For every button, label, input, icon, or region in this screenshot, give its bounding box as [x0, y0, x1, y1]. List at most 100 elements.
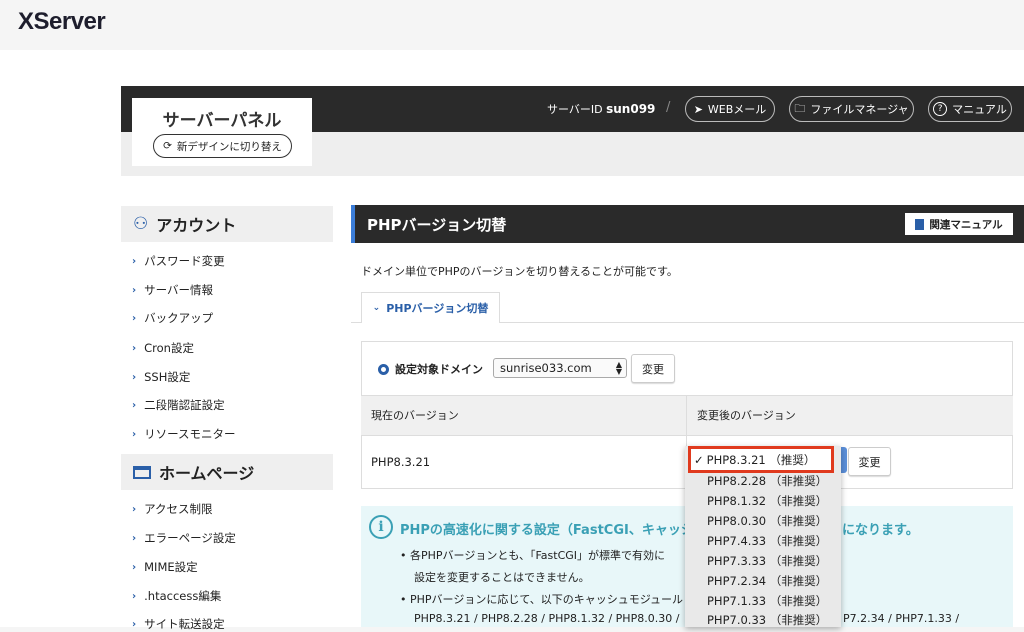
- version-option[interactable]: PHP7.3.33 （非推奨）: [707, 553, 827, 569]
- xserver-logo[interactable]: XServer: [18, 8, 106, 36]
- chevron-right-icon: ›: [132, 503, 137, 515]
- selected-option-label: PHP8.3.21 （推奨）: [706, 452, 816, 467]
- sidebar-item-error-page[interactable]: › エラーページ設定: [132, 530, 236, 546]
- server-id-value: sun099: [606, 102, 656, 116]
- file-manager-button[interactable]: 🗀 ファイルマネージャ: [789, 96, 914, 122]
- version-option[interactable]: PHP7.1.33 （非推奨）: [707, 593, 827, 609]
- chevron-down-icon: ⌄: [372, 303, 381, 313]
- select-arrows-icon: ▲ ▼: [615, 360, 622, 376]
- info-icon: i: [369, 515, 393, 539]
- column-new-version: 変更後のバージョン: [697, 409, 796, 422]
- domain-change-button[interactable]: 変更: [631, 354, 675, 383]
- chevron-right-icon: ›: [132, 618, 137, 630]
- page-description: ドメイン単位でPHPのバージョンを切り替えることが可能です。: [361, 265, 678, 278]
- sidebar-item-backup[interactable]: › バックアップ: [132, 310, 213, 326]
- version-option-selected[interactable]: ✓ PHP8.3.21 （推奨）: [688, 446, 834, 473]
- table-header: [361, 395, 1013, 436]
- sidebar-item-label: サイト転送設定: [144, 617, 225, 631]
- sidebar-item-htaccess[interactable]: › .htaccess編集: [132, 588, 221, 604]
- version-option[interactable]: PHP8.0.30 （非推奨）: [707, 513, 827, 529]
- info-bullet-1-cont: 設定を変更することはできません。: [414, 571, 590, 584]
- version-option[interactable]: PHP7.4.33 （非推奨）: [707, 533, 827, 549]
- sidebar-item-redirect[interactable]: › サイト転送設定: [132, 616, 225, 632]
- sidebar-item-label: MIME設定: [144, 560, 198, 574]
- server-id-label: サーバーID: [547, 103, 603, 116]
- chevron-right-icon: ›: [132, 255, 137, 267]
- paper-plane-icon: ➤: [693, 102, 703, 116]
- info-bullet-1-text: 各PHPバージョンとも、「FastCGI」が標準で有効に: [410, 549, 666, 562]
- sidebar-item-resource-monitor[interactable]: › リソースモニター: [132, 426, 236, 442]
- chevron-right-icon: ›: [132, 399, 137, 411]
- info-title-part1: PHPの高速化に関する設定（FastCGI、キャッシュ: [400, 523, 707, 538]
- info-version-list-a: PHP8.3.21 / PHP8.2.28 / PHP8.1.32 / PHP8…: [414, 612, 680, 625]
- webmail-label: WEBメール: [707, 103, 767, 116]
- refresh-icon: ⟳: [163, 140, 172, 152]
- radio-icon[interactable]: [378, 363, 389, 375]
- sidebar-item-label: アクセス制限: [144, 502, 213, 516]
- sidebar-item-label: リソースモニター: [144, 427, 236, 441]
- chevron-right-icon: ›: [132, 284, 137, 296]
- version-option[interactable]: PHP8.1.32 （非推奨）: [707, 493, 827, 509]
- sidebar-item-access-limit[interactable]: › アクセス制限: [132, 501, 213, 517]
- chevron-right-icon: ›: [132, 561, 137, 573]
- help-icon: ?: [933, 102, 948, 116]
- domain-select[interactable]: sunrise033.com ▲ ▼: [493, 358, 627, 378]
- sidebar-item-mime[interactable]: › MIME設定: [132, 559, 198, 575]
- sidebar-section-account[interactable]: ⚇ アカウント: [121, 206, 333, 242]
- sidebar-item-password[interactable]: › パスワード変更: [132, 253, 225, 269]
- current-version-value: PHP8.3.21: [371, 455, 431, 469]
- book-icon: [915, 218, 925, 230]
- sidebar-item-ssh[interactable]: › SSH設定: [132, 369, 190, 385]
- panel-title: サーバーパネル: [162, 111, 282, 131]
- webmail-button[interactable]: ➤ WEBメール: [685, 96, 775, 122]
- chevron-right-icon: ›: [132, 342, 137, 354]
- header-separator: /: [666, 100, 671, 115]
- folder-icon: 🗀: [794, 101, 806, 115]
- account-title: アカウント: [156, 216, 237, 235]
- browser-window-icon: [133, 465, 151, 479]
- sidebar-item-label: パスワード変更: [144, 254, 225, 268]
- file-manager-label: ファイルマネージャ: [810, 103, 909, 116]
- version-change-button[interactable]: 変更: [848, 447, 891, 476]
- chevron-right-icon: ›: [132, 532, 137, 544]
- related-manual-button[interactable]: 関連マニュアル: [905, 213, 1013, 235]
- chevron-right-icon: ›: [132, 428, 137, 440]
- info-bullet-1: • 各PHPバージョンとも、「FastCGI」が標準で有効に: [400, 549, 666, 562]
- manual-label: マニュアル: [952, 103, 1007, 116]
- info-title-part2: になります。: [842, 523, 919, 538]
- sidebar-item-label: エラーページ設定: [144, 531, 236, 545]
- sidebar-item-label: バックアップ: [144, 311, 214, 325]
- sidebar-item-label: 二段階認証設定: [144, 398, 225, 412]
- tab-php-version[interactable]: ⌄ PHPバージョン切替: [361, 292, 500, 323]
- chevron-right-icon: ›: [132, 590, 137, 602]
- sidebar-item-label: サーバー情報: [144, 283, 214, 297]
- checkmark-icon: ✓: [694, 452, 704, 467]
- version-option[interactable]: PHP8.2.28 （非推奨）: [707, 473, 827, 489]
- new-design-button[interactable]: ⟳ 新デザインに切り替え: [153, 134, 292, 158]
- domain-selector-row: 設定対象ドメイン: [378, 361, 483, 377]
- tab-label: PHPバージョン切替: [386, 302, 489, 315]
- manual-button[interactable]: ? マニュアル: [928, 96, 1012, 122]
- sidebar-item-label: SSH設定: [144, 370, 191, 384]
- sidebar-item-server-info[interactable]: › サーバー情報: [132, 282, 213, 298]
- column-current-version: 現在のバージョン: [371, 409, 459, 422]
- related-manual-label: 関連マニュアル: [929, 218, 1003, 231]
- version-option[interactable]: PHP7.0.33 （非推奨）: [707, 612, 827, 628]
- info-version-list-b: P7.2.34 / PHP7.1.33 /: [843, 612, 960, 625]
- domain-value: sunrise033.com: [500, 361, 592, 375]
- sidebar-item-label: .htaccess編集: [144, 589, 222, 603]
- sidebar-item-label: Cron設定: [144, 341, 194, 355]
- sidebar-item-cron[interactable]: › Cron設定: [132, 340, 194, 356]
- chevron-right-icon: ›: [132, 312, 137, 324]
- info-bullet-2: • PHPバージョンに応じて、以下のキャッシュモジュール: [400, 593, 683, 606]
- info-bullet-2-text: PHPバージョンに応じて、以下のキャッシュモジュール: [410, 593, 683, 606]
- version-option[interactable]: PHP7.2.34 （非推奨）: [707, 573, 827, 589]
- domain-label: 設定対象ドメイン: [395, 363, 483, 376]
- new-design-label: 新デザインに切り替え: [176, 140, 282, 153]
- homepage-title: ホームページ: [159, 464, 255, 483]
- chevron-right-icon: ›: [132, 371, 137, 383]
- sidebar-section-homepage[interactable]: ホームページ: [121, 454, 333, 490]
- server-id: サーバーID sun099: [547, 101, 655, 117]
- sidebar-item-2fa[interactable]: › 二段階認証設定: [132, 397, 225, 413]
- user-icon: ⚇: [133, 214, 149, 234]
